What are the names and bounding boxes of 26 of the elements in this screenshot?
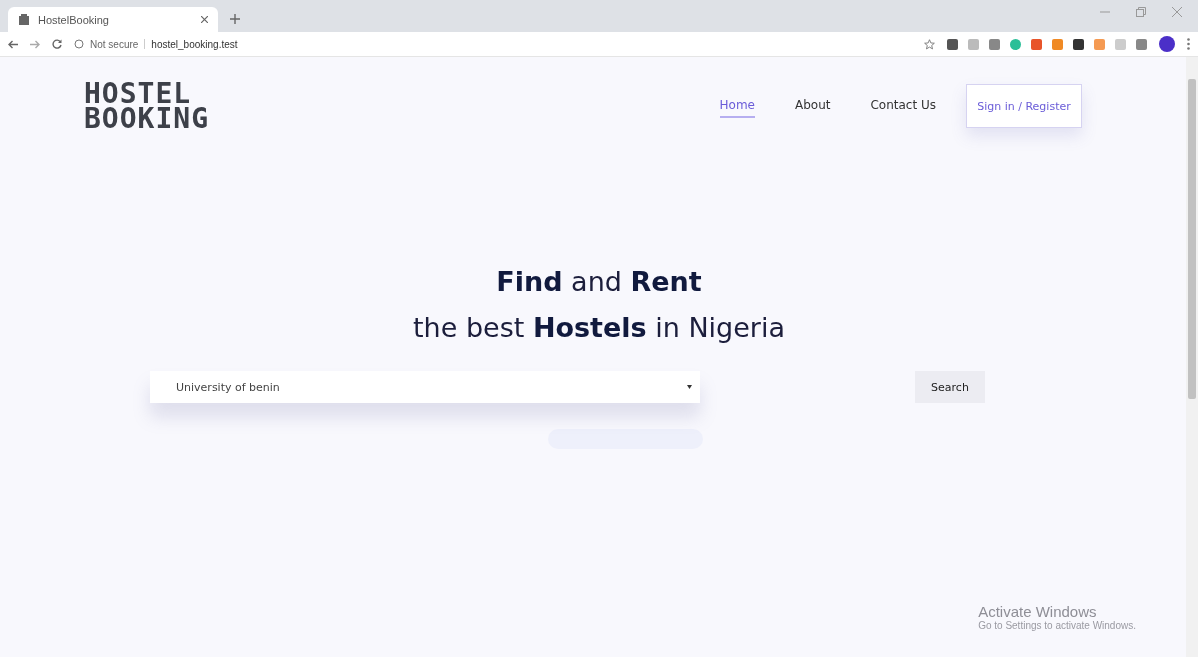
star-icon[interactable] bbox=[924, 38, 935, 50]
search-button[interactable]: Search bbox=[915, 371, 985, 403]
nav-link[interactable]: Home bbox=[719, 94, 755, 118]
extension-icon[interactable] bbox=[1073, 38, 1084, 50]
restore-icon[interactable] bbox=[1136, 7, 1146, 17]
extension-icon[interactable] bbox=[947, 38, 958, 50]
activation-title: Activate Windows bbox=[978, 603, 1098, 620]
new-tab-icon[interactable] bbox=[230, 14, 240, 24]
close-tab-icon[interactable] bbox=[201, 16, 208, 23]
browser-tab[interactable]: HostelBooking bbox=[8, 7, 218, 32]
caret-icon bbox=[687, 385, 692, 389]
sign-in-button[interactable]: Sign in / Register bbox=[966, 84, 1082, 128]
nav-link[interactable]: About bbox=[794, 94, 831, 118]
headline: Find and Rent bbox=[495, 265, 703, 299]
forward-icon[interactable] bbox=[30, 39, 40, 49]
back-icon[interactable] bbox=[8, 39, 18, 49]
headline: the best Hostels in Nigeria bbox=[412, 311, 786, 345]
logo[interactable]: HOSTEL BOOKING bbox=[84, 81, 209, 131]
activation-message: Go to Settings to activate Windows. bbox=[978, 620, 1136, 631]
university-select[interactable]: University of benin bbox=[150, 371, 700, 403]
avatar-icon[interactable] bbox=[1159, 36, 1175, 52]
reload-icon[interactable] bbox=[52, 39, 62, 49]
scrollbar[interactable] bbox=[1186, 57, 1198, 657]
nav-link[interactable]: Contact Us bbox=[870, 94, 936, 118]
close-icon[interactable] bbox=[1172, 7, 1182, 17]
menu-icon[interactable] bbox=[1187, 38, 1190, 50]
